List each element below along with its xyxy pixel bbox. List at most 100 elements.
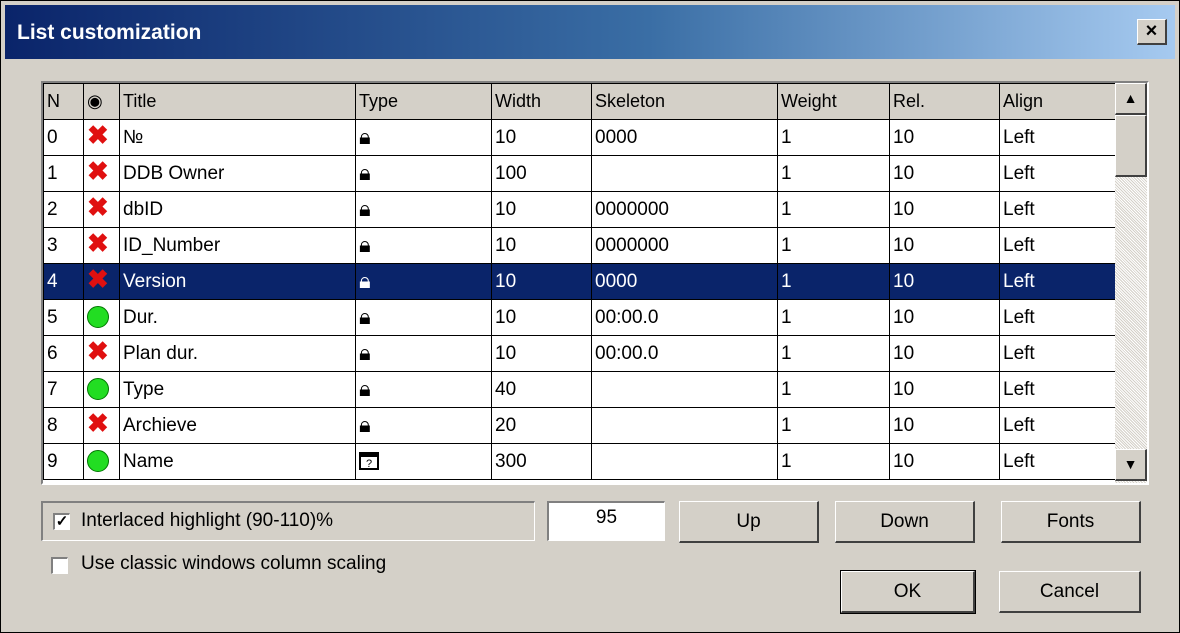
interlaced-checkbox[interactable]: ✓ — [53, 513, 70, 530]
cell-align[interactable]: Left — [999, 443, 1116, 480]
cell-skeleton[interactable]: 0000 — [591, 119, 778, 156]
header-type[interactable]: Type — [355, 83, 492, 120]
cell-weight[interactable]: 1 — [777, 227, 890, 264]
cell-width[interactable]: 10 — [491, 227, 592, 264]
classic-scaling-checkbox[interactable] — [51, 557, 68, 574]
cell-skeleton[interactable]: 00:00.0 — [591, 299, 778, 336]
table-row[interactable]: 4 ✖ Version 🔒︎ 10 0000 1 10 Left — [43, 263, 1116, 300]
cell-weight[interactable]: 1 — [777, 263, 890, 300]
cell-skeleton[interactable] — [591, 407, 778, 444]
cell-align[interactable]: Left — [999, 227, 1116, 264]
table-row[interactable]: 8 ✖ Archieve 🔒︎ 20 1 10 Left — [43, 407, 1116, 444]
cell-n[interactable]: 6 — [43, 335, 84, 372]
hidden-x-icon[interactable]: ✖ — [87, 121, 109, 151]
cell-visibility[interactable]: ✖ — [83, 335, 120, 372]
cell-weight[interactable]: 1 — [777, 119, 890, 156]
cell-rel[interactable]: 10 — [889, 155, 1000, 192]
cell-rel[interactable]: 10 — [889, 443, 1000, 480]
table-row[interactable]: 5 Dur. 🔒︎ 10 00:00.0 1 10 Left — [43, 299, 1116, 336]
cell-align[interactable]: Left — [999, 119, 1116, 156]
table-row[interactable]: 0 ✖ № 🔒︎ 10 0000 1 10 Left — [43, 119, 1116, 156]
cell-width[interactable]: 10 — [491, 299, 592, 336]
hidden-x-icon[interactable]: ✖ — [87, 265, 109, 295]
cell-weight[interactable]: 1 — [777, 155, 890, 192]
cell-type[interactable]: 🔒︎ — [355, 371, 492, 408]
cell-rel[interactable]: 10 — [889, 407, 1000, 444]
cell-type[interactable]: 🔒︎ — [355, 299, 492, 336]
cell-title[interactable]: Type — [119, 371, 356, 408]
header-skeleton[interactable]: Skeleton — [591, 83, 778, 120]
cell-type[interactable]: 🔒︎ — [355, 227, 492, 264]
table-row[interactable]: 2 ✖ dbID 🔒︎ 10 0000000 1 10 Left — [43, 191, 1116, 228]
cell-width[interactable]: 10 — [491, 263, 592, 300]
cell-visibility[interactable]: ✖ — [83, 191, 120, 228]
cell-weight[interactable]: 1 — [777, 407, 890, 444]
cell-visibility[interactable] — [83, 371, 120, 408]
cell-title[interactable]: № — [119, 119, 356, 156]
cell-visibility[interactable]: ✖ — [83, 407, 120, 444]
cell-type[interactable]: ? — [355, 443, 492, 480]
hidden-x-icon[interactable]: ✖ — [87, 337, 109, 367]
scroll-down-button[interactable]: ▼ — [1115, 449, 1147, 481]
down-button[interactable]: Down — [835, 501, 975, 543]
cell-visibility[interactable]: ✖ — [83, 119, 120, 156]
header-title[interactable]: Title — [119, 83, 356, 120]
cell-visibility[interactable] — [83, 299, 120, 336]
cell-weight[interactable]: 1 — [777, 191, 890, 228]
header-weight[interactable]: Weight — [777, 83, 890, 120]
cell-skeleton[interactable]: 0000000 — [591, 191, 778, 228]
header-width[interactable]: Width — [491, 83, 592, 120]
close-button[interactable]: × — [1137, 19, 1167, 45]
hidden-x-icon[interactable]: ✖ — [87, 157, 109, 187]
cell-title[interactable]: DDB Owner — [119, 155, 356, 192]
cell-title[interactable]: Plan dur. — [119, 335, 356, 372]
hidden-x-icon[interactable]: ✖ — [87, 193, 109, 223]
cell-visibility[interactable]: ✖ — [83, 227, 120, 264]
cell-title[interactable]: Name — [119, 443, 356, 480]
columns-list[interactable]: N ◉ Title Type Width Skeleton Weight Rel… — [41, 81, 1149, 485]
header-visibility[interactable]: ◉ — [83, 83, 120, 120]
cell-skeleton[interactable] — [591, 371, 778, 408]
cell-n[interactable]: 2 — [43, 191, 84, 228]
cell-title[interactable]: dbID — [119, 191, 356, 228]
cell-type[interactable]: 🔒︎ — [355, 155, 492, 192]
table-row[interactable]: 6 ✖ Plan dur. 🔒︎ 10 00:00.0 1 10 Left — [43, 335, 1116, 372]
cell-type[interactable]: 🔒︎ — [355, 407, 492, 444]
cell-type[interactable]: 🔒︎ — [355, 263, 492, 300]
cell-align[interactable]: Left — [999, 263, 1116, 300]
visible-dot-icon[interactable] — [87, 450, 109, 473]
hidden-x-icon[interactable]: ✖ — [87, 229, 109, 259]
cell-n[interactable]: 1 — [43, 155, 84, 192]
cell-title[interactable]: Dur. — [119, 299, 356, 336]
cell-type[interactable]: 🔒︎ — [355, 191, 492, 228]
cell-title[interactable]: ID_Number — [119, 227, 356, 264]
cell-type[interactable]: 🔒︎ — [355, 335, 492, 372]
cell-skeleton[interactable] — [591, 443, 778, 480]
visible-dot-icon[interactable] — [87, 378, 109, 401]
ok-button[interactable]: OK — [840, 570, 976, 614]
hidden-x-icon[interactable]: ✖ — [87, 409, 109, 439]
cell-weight[interactable]: 1 — [777, 371, 890, 408]
cell-rel[interactable]: 10 — [889, 335, 1000, 372]
header-n[interactable]: N — [43, 83, 84, 120]
cell-visibility[interactable]: ✖ — [83, 263, 120, 300]
cell-rel[interactable]: 10 — [889, 263, 1000, 300]
cell-n[interactable]: 9 — [43, 443, 84, 480]
cell-skeleton[interactable]: 00:00.0 — [591, 335, 778, 372]
cell-n[interactable]: 0 — [43, 119, 84, 156]
cell-n[interactable]: 7 — [43, 371, 84, 408]
cell-align[interactable]: Left — [999, 155, 1116, 192]
cell-rel[interactable]: 10 — [889, 371, 1000, 408]
table-row[interactable]: 3 ✖ ID_Number 🔒︎ 10 0000000 1 10 Left — [43, 227, 1116, 264]
cell-title[interactable]: Archieve — [119, 407, 356, 444]
scroll-thumb[interactable] — [1115, 115, 1147, 177]
cell-width[interactable]: 10 — [491, 191, 592, 228]
cell-visibility[interactable]: ✖ — [83, 155, 120, 192]
cell-n[interactable]: 3 — [43, 227, 84, 264]
cell-visibility[interactable] — [83, 443, 120, 480]
cell-align[interactable]: Left — [999, 299, 1116, 336]
cell-title[interactable]: Version — [119, 263, 356, 300]
cancel-button[interactable]: Cancel — [999, 571, 1141, 613]
table-row[interactable]: 9 Name? 300 1 10 Left — [43, 443, 1116, 480]
cell-align[interactable]: Left — [999, 335, 1116, 372]
